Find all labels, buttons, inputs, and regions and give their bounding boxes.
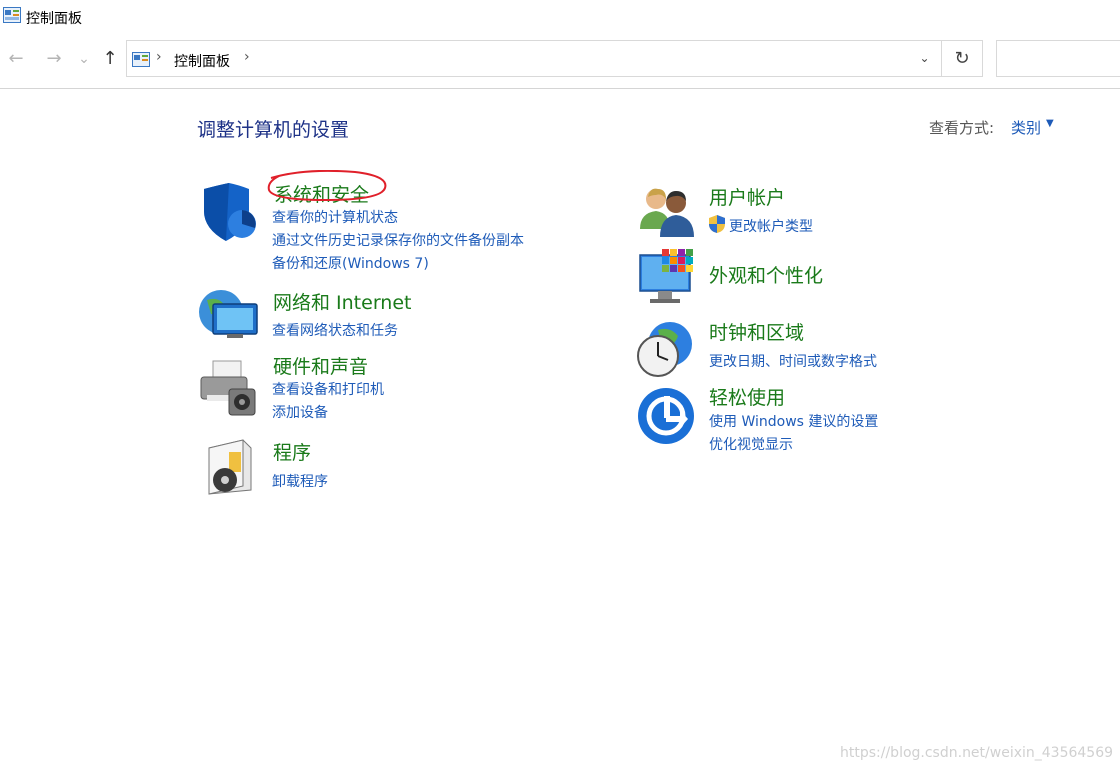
chevron-down-icon[interactable]: ▼ [1046, 118, 1054, 129]
link-change-date-time-format[interactable]: 更改日期、时间或数字格式 [709, 351, 877, 371]
window-title: 控制面板 [26, 11, 82, 27]
view-by-label: 查看方式: [929, 119, 995, 137]
address-bar[interactable]: › 控制面板 › ⌄ ↻ [126, 40, 983, 77]
link-backup-restore[interactable]: 备份和还原(Windows 7) [272, 253, 429, 273]
category-title-appearance[interactable]: 外观和个性化 [709, 261, 823, 288]
link-windows-recommended-settings[interactable]: 使用 Windows 建议的设置 [709, 411, 878, 431]
address-dropdown-button[interactable]: ⌄ [908, 41, 942, 76]
monitor-personalize-icon[interactable] [636, 247, 698, 309]
category-title-programs[interactable]: 程序 [273, 438, 311, 465]
programs-box-icon[interactable] [199, 436, 261, 498]
ease-of-access-icon[interactable] [636, 386, 698, 448]
control-panel-icon [3, 7, 21, 23]
link-add-device[interactable]: 添加设备 [272, 402, 328, 422]
breadcrumb-control-panel[interactable]: 控制面板 [174, 51, 230, 71]
category-title-network[interactable]: 网络和 Internet [273, 288, 411, 315]
category-title-ease-access[interactable]: 轻松使用 [709, 383, 785, 410]
view-by-dropdown[interactable]: 类别 [1011, 117, 1041, 138]
forward-button[interactable]: → [43, 48, 65, 70]
control-panel-icon [132, 52, 150, 67]
clock-globe-icon[interactable] [636, 318, 698, 380]
link-change-account-type[interactable]: 更改帐户类型 [729, 216, 813, 236]
page-title: 调整计算机的设置 [197, 119, 350, 141]
breadcrumb-separator[interactable]: › [156, 49, 162, 65]
uac-shield-icon [709, 215, 725, 233]
printer-icon[interactable] [199, 359, 261, 421]
breadcrumb-separator[interactable]: › [244, 49, 250, 65]
link-network-status[interactable]: 查看网络状态和任务 [272, 320, 398, 340]
link-view-computer-status[interactable]: 查看你的计算机状态 [272, 207, 398, 227]
up-button[interactable]: ↑ [99, 48, 121, 70]
link-file-history-backup[interactable]: 通过文件历史记录保存你的文件备份副本 [272, 230, 524, 250]
search-input[interactable] [996, 40, 1120, 77]
red-annotation-circle [267, 170, 387, 202]
watermark: https://blog.csdn.net/weixin_43564569 [840, 745, 1114, 761]
category-title-hardware[interactable]: 硬件和声音 [273, 352, 368, 379]
network-globe-icon[interactable] [197, 286, 259, 348]
refresh-button[interactable]: ↻ [942, 41, 982, 76]
navigation-bar: ← → ⌄ ↑ › 控制面板 › ⌄ ↻ [0, 36, 1120, 86]
back-button[interactable]: ← [5, 48, 27, 70]
shield-icon[interactable] [199, 183, 261, 245]
title-bar: 控制面板 [0, 0, 1120, 34]
link-devices-printers[interactable]: 查看设备和打印机 [272, 379, 384, 399]
users-icon[interactable] [636, 183, 698, 245]
recent-locations-button[interactable]: ⌄ [73, 48, 95, 70]
link-optimize-visual-display[interactable]: 优化视觉显示 [709, 434, 793, 454]
divider [0, 88, 1120, 89]
category-title-user-accounts[interactable]: 用户帐户 [709, 183, 785, 210]
link-uninstall-program[interactable]: 卸载程序 [272, 471, 328, 491]
category-title-clock-region[interactable]: 时钟和区域 [709, 318, 804, 345]
